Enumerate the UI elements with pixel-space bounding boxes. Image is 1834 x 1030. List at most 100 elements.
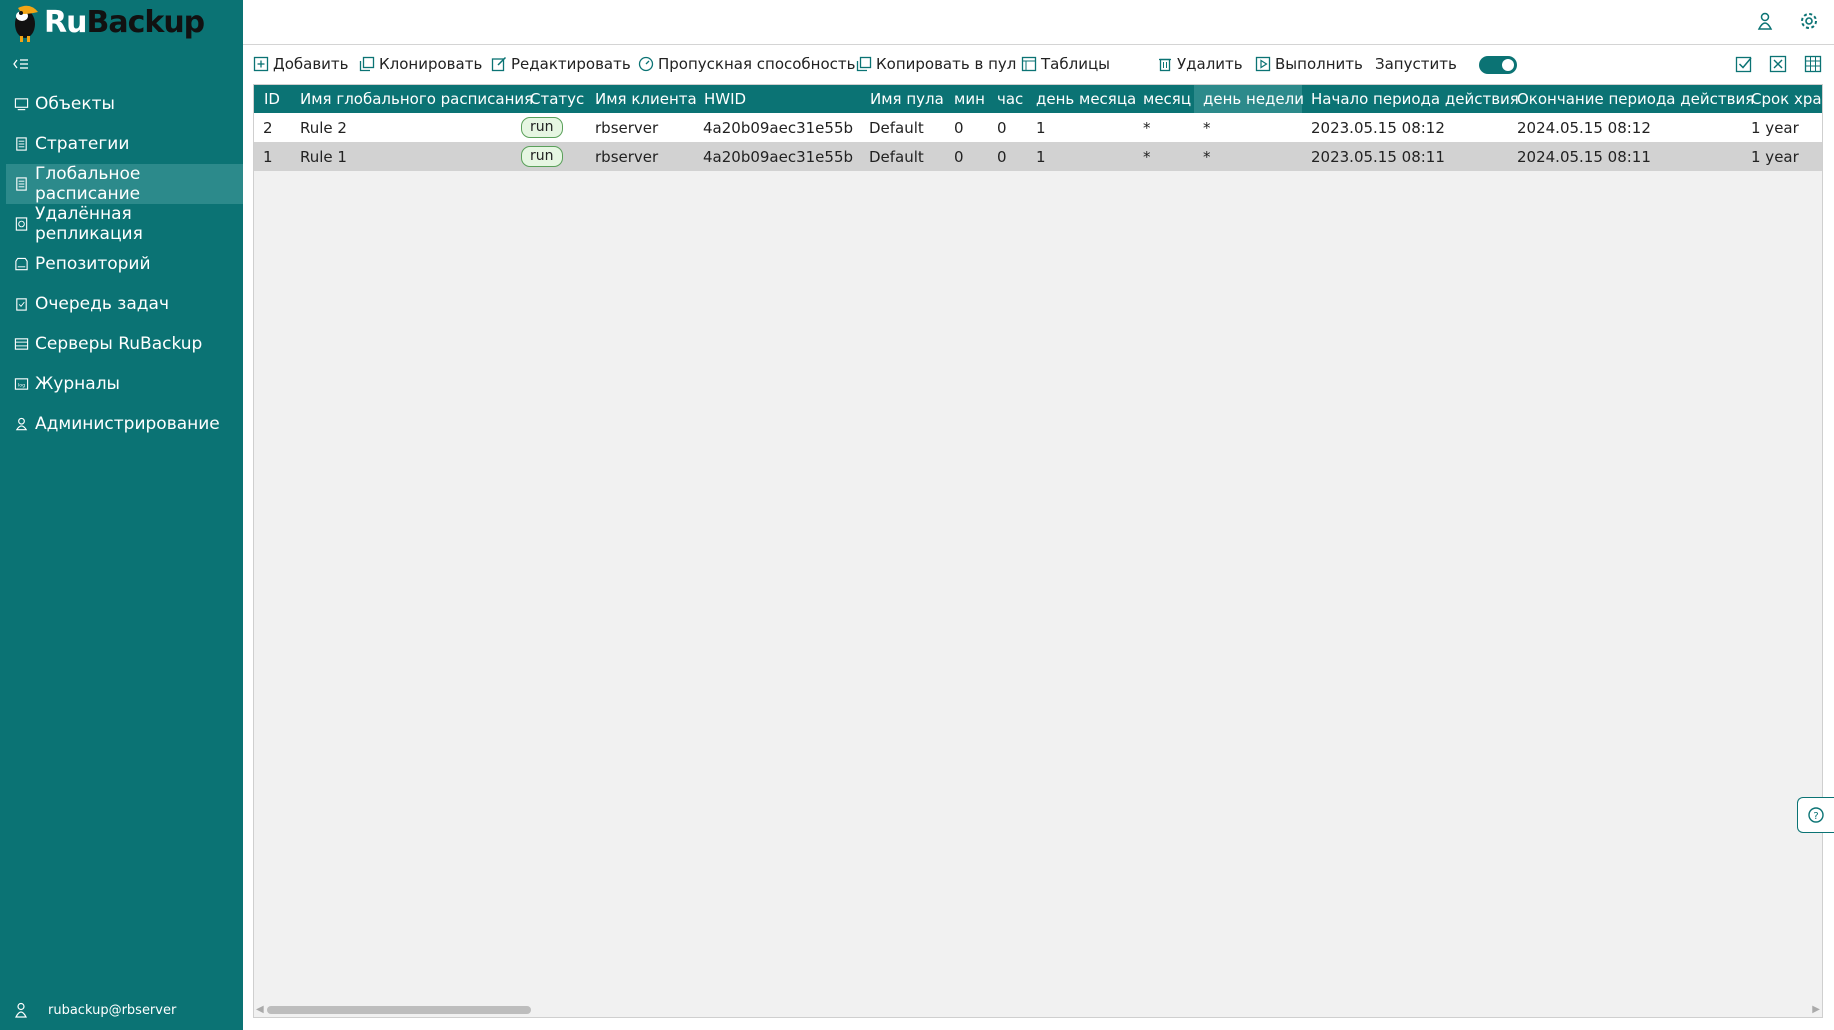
cell-month: * [1143,118,1151,137]
column-header-month[interactable]: месяц [1143,85,1191,113]
cell-period-start: 2023.05.15 08:11 [1311,147,1445,166]
cell-minute: 0 [954,118,964,137]
sidebar-item-objects[interactable]: Объекты [6,84,243,124]
cell-hwid: 4a20b09aec31e55b [703,118,854,137]
user-icon [15,1002,27,1018]
copy-to-pool-button[interactable]: Копировать в пул [856,55,1016,73]
deselect-all-icon[interactable] [1769,55,1787,73]
column-header-pool-name[interactable]: Имя пула [870,85,944,113]
status-badge: run [521,146,563,167]
sidebar-item-global-schedule[interactable]: Глобальное расписание [6,164,243,204]
column-header-retention[interactable]: Срок хран [1751,85,1822,113]
sidebar-item-logs[interactable]: log Журналы [6,364,243,404]
admin-icon [15,417,28,431]
trash-icon [1159,58,1171,72]
scrollbar-thumb[interactable] [267,1006,531,1014]
sidebar-item-task-queue[interactable]: Очередь задач [6,284,243,324]
sidebar-item-remote-replication[interactable]: Удалённая репликация [6,204,243,244]
clone-icon [359,56,375,72]
column-header-schedule-name[interactable]: Имя глобального расписания [300,85,533,113]
plus-square-icon [253,56,269,72]
column-header-period-end[interactable]: Окончание периода действия [1517,85,1754,113]
cell-id: 1 [263,147,273,166]
run-label: Запустить [1375,55,1457,73]
cell-pool-name: Default [869,118,924,137]
user-profile-icon[interactable] [1755,11,1775,31]
cell-schedule-name: Rule 1 [300,147,347,166]
sidebar-item-label: Очередь задач [35,294,169,314]
document-icon [16,177,27,191]
toggle-knob [1502,59,1514,71]
toucan-logo-icon [15,5,38,42]
gauge-icon [638,56,654,72]
cell-client-name: rbserver [595,147,659,166]
status-badge: run [521,117,563,138]
delete-button-label: Удалить [1177,55,1243,73]
tables-button[interactable]: Таблицы [1021,55,1110,73]
clone-button[interactable]: Клонировать [359,55,482,73]
cell-period-end: 2024.05.15 08:12 [1517,118,1651,137]
execute-button[interactable]: Выполнить [1255,55,1363,73]
column-header-hwid[interactable]: HWID [704,85,746,113]
column-header-hour[interactable]: час [997,85,1023,113]
storage-icon [15,257,28,271]
select-all-icon[interactable] [1735,55,1753,73]
column-header-client-name[interactable]: Имя клиента [595,85,697,113]
table-row[interactable]: 2 Rule 2 run rbserver 4a20b09aec31e55b D… [254,113,1822,142]
column-header-day-of-week[interactable]: день недели [1194,85,1304,113]
document-icon [16,137,27,151]
clone-button-label: Клонировать [379,55,483,73]
cell-status: run [521,142,563,171]
run-toggle[interactable] [1479,56,1517,74]
cell-period-end: 2024.05.15 08:11 [1517,147,1651,166]
sidebar-item-servers[interactable]: Серверы RuBackup [6,324,243,364]
cell-schedule-name: Rule 2 [300,118,347,137]
table-icon [1021,56,1037,72]
cell-hwid: 4a20b09aec31e55b [703,147,854,166]
tables-button-label: Таблицы [1041,55,1110,73]
table-row[interactable]: 1 Rule 1 run rbserver 4a20b09aec31e55b D… [254,142,1822,171]
sidebar-item-label: Стратегии [35,134,130,154]
cell-client-name: rbserver [595,118,659,137]
column-settings-icon[interactable] [1804,55,1822,73]
collapse-menu-icon[interactable] [12,56,30,72]
column-header-day-of-month[interactable]: день месяца [1036,85,1136,113]
cell-hour: 0 [997,147,1007,166]
scroll-left-icon[interactable]: ◀ [256,1004,264,1015]
copy-icon [856,56,872,72]
cell-pool-name: Default [869,147,924,166]
delete-button[interactable]: Удалить [1157,55,1243,73]
sidebar-item-administration[interactable]: Администрирование [6,404,243,444]
current-user[interactable]: rubackup@rbserver [14,1002,176,1018]
bandwidth-button[interactable]: Пропускная способность [638,55,855,73]
edit-button[interactable]: Редактировать [491,55,631,73]
column-header-status[interactable]: Статус [530,85,584,113]
replication-icon [15,217,28,231]
column-header-period-start[interactable]: Начало периода действия [1311,85,1519,113]
help-button[interactable]: ? [1797,797,1834,833]
sidebar-item-repository[interactable]: Репозиторий [6,244,243,284]
settings-gear-icon[interactable] [1799,11,1819,31]
execute-button-label: Выполнить [1275,55,1363,73]
svg-text:log: log [18,382,25,388]
edit-icon [491,56,507,72]
top-bar [243,0,1834,45]
column-header-id[interactable]: ID [264,85,280,113]
edit-button-label: Редактировать [511,55,631,73]
cell-day-of-week: * [1203,147,1211,166]
sidebar-nav: Объекты Стратегии Глобальное расписание … [6,84,243,444]
monitor-icon [14,98,29,111]
column-header-minute[interactable]: мин [954,85,985,113]
add-button[interactable]: Добавить [253,55,349,73]
sidebar-item-label: Администрирование [35,414,220,434]
app-logo: RuBackup [8,2,205,42]
copy-to-pool-button-label: Копировать в пул [876,55,1017,73]
scroll-right-icon[interactable]: ▶ [1812,1004,1820,1015]
help-icon: ? [1808,807,1824,823]
horizontal-scrollbar[interactable]: ◀ ▶ [253,1002,1823,1016]
cell-day-of-month: 1 [1036,147,1046,166]
sidebar-item-label: Журналы [35,374,120,394]
sidebar-item-label: Серверы RuBackup [35,334,203,354]
sidebar-item-strategies[interactable]: Стратегии [6,124,243,164]
svg-text:?: ? [1813,811,1818,822]
